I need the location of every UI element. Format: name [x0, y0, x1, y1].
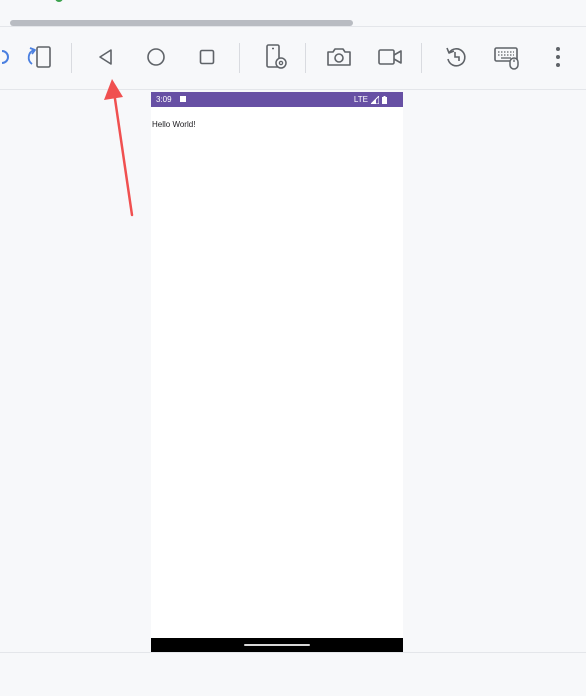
toolbar-separator: [421, 43, 422, 73]
hello-world-text: Hello World!: [152, 120, 196, 129]
bottom-panel: [0, 652, 586, 696]
status-bar: 3:09 LTE: [151, 92, 403, 107]
arrow-annotation: [104, 79, 134, 217]
partial-blue-icon: [1, 50, 9, 64]
status-indicators: LTE: [354, 94, 387, 105]
rotate-icon: [27, 46, 51, 68]
snapshot-restore-icon: [446, 47, 466, 67]
home-button[interactable]: [140, 41, 172, 73]
overview-square-icon: [199, 49, 215, 65]
snapshots-button[interactable]: [440, 41, 472, 73]
gesture-nav-bar[interactable]: [151, 638, 403, 652]
top-strip: [0, 0, 586, 27]
back-triangle-icon: [99, 49, 112, 65]
emulator-window: 3:09 LTE Hello World!: [0, 0, 586, 696]
screen-record-button[interactable]: [374, 41, 406, 73]
emulator-toolbar: [0, 27, 586, 90]
app-content[interactable]: Hello World!: [151, 107, 403, 637]
notification-icon: [180, 96, 186, 102]
network-type: LTE: [353, 95, 368, 104]
nav-handle[interactable]: [244, 644, 310, 646]
keyboard-mouse-icon: [494, 47, 519, 70]
device-settings-icon: [266, 44, 287, 69]
toolbar-separator: [71, 43, 72, 73]
overview-button[interactable]: [191, 41, 223, 73]
toolbar-separator: [239, 43, 240, 73]
device-screen[interactable]: 3:09 LTE Hello World!: [151, 92, 403, 652]
status-time: 3:09: [156, 95, 172, 104]
back-button[interactable]: [90, 41, 122, 73]
signal-icon: [371, 95, 379, 104]
video-camera-icon: [378, 49, 402, 65]
rotate-button[interactable]: [23, 41, 55, 73]
partial-icon[interactable]: [0, 41, 18, 73]
home-circle-icon: [147, 48, 165, 66]
camera-icon: [327, 48, 351, 66]
extended-controls-button[interactable]: [259, 41, 291, 73]
screenshot-button[interactable]: [323, 41, 355, 73]
keyboard-input-button[interactable]: [491, 41, 523, 73]
toolbar-separator: [305, 43, 306, 73]
more-button[interactable]: [542, 41, 574, 73]
battery-icon: [382, 95, 387, 104]
tab-indicator: [55, 0, 63, 2]
more-vertical-icon: [556, 47, 560, 67]
horizontal-scrollbar[interactable]: [10, 20, 353, 26]
